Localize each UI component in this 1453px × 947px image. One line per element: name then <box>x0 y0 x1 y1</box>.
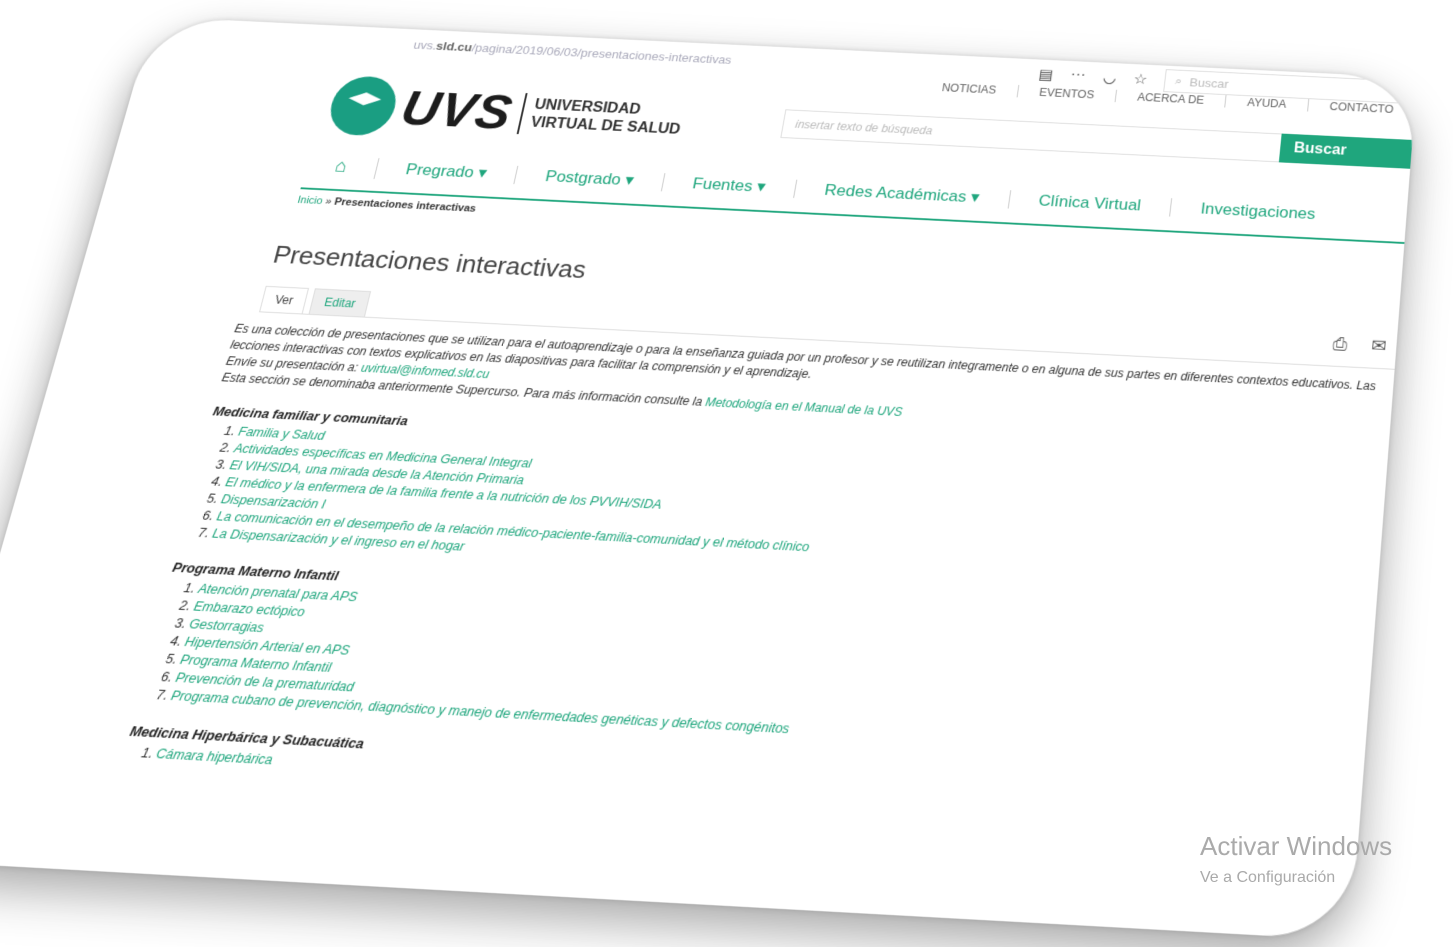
watermark-line1: Activar Windows <box>1200 831 1393 861</box>
nav-redes-label: Redes Académicas <box>823 181 968 206</box>
logo-fullname: UNIVERSIDAD VIRTUAL DE SALUD <box>529 96 685 139</box>
url-path: /pagina/2019/06/03/presentaciones-intera… <box>470 40 733 67</box>
page-tools: ⎙ ✉ <box>1332 334 1387 357</box>
stage: uvs.sld.cu/pagina/2019/06/03/presentacio… <box>0 0 1453 947</box>
url-prefix: uvs. <box>412 37 439 52</box>
breadcrumb-home[interactable]: Inicio <box>296 195 324 207</box>
windows-activation-watermark: Activar Windows Ve a Configuración <box>1200 830 1392 894</box>
pocket-icon[interactable]: ◡ <box>1102 69 1118 87</box>
presentation-link[interactable]: Gestorragias <box>188 617 266 636</box>
nav-investigaciones-label: Investigaciones <box>1199 199 1317 223</box>
more-icon[interactable]: ··· <box>1069 67 1087 85</box>
nav-redes[interactable]: Redes Académicas ▾ <box>793 179 1011 209</box>
logo-short: UVS <box>395 81 518 140</box>
site-search-input[interactable]: insertar texto de búsqueda <box>780 109 1283 163</box>
nav-fuentes-label: Fuentes <box>691 174 755 195</box>
url-field[interactable]: uvs.sld.cu/pagina/2019/06/03/presentacio… <box>412 38 1039 81</box>
nav-pregrado-label: Pregrado <box>404 160 476 182</box>
url-domain: sld.cu <box>434 38 474 54</box>
search-button-label: Buscar <box>1293 140 1348 159</box>
browser-page-card: uvs.sld.cu/pagina/2019/06/03/presentacio… <box>0 16 1418 941</box>
nav-investigaciones[interactable]: Investigaciones <box>1170 198 1345 225</box>
home-icon: ⌂ <box>333 155 350 177</box>
nav-home[interactable]: ⌂ <box>303 154 380 179</box>
star-icon[interactable]: ☆ <box>1132 70 1149 88</box>
logo-divider <box>516 93 528 135</box>
nav-pregrado[interactable]: Pregrado ▾ <box>374 159 519 185</box>
watermark-line2: Ve a Configuración <box>1200 869 1336 886</box>
nav-postgrado-label: Postgrado <box>543 167 623 189</box>
nav-clinica-label: Clínica Virtual <box>1037 191 1143 215</box>
nav-fuentes[interactable]: Fuentes ▾ <box>661 173 798 198</box>
main-content: Inicio » Presentaciones interactivas Pre… <box>122 193 1404 829</box>
tab-view[interactable]: Ver <box>259 285 310 314</box>
print-icon[interactable]: ⎙ <box>1332 334 1348 355</box>
site-search-placeholder: insertar texto de búsqueda <box>794 117 934 138</box>
search-icon: ⌕ <box>1174 74 1183 88</box>
breadcrumb-current: Presentaciones interactivas <box>333 196 478 215</box>
tab-edit[interactable]: Editar <box>308 288 372 317</box>
topnav-ayuda[interactable]: AYUDA <box>1224 95 1309 112</box>
reader-icon[interactable]: ▤ <box>1037 66 1055 84</box>
presentation-link[interactable]: Cámara hiperbárica <box>155 746 275 767</box>
nav-postgrado[interactable]: Postgrado ▾ <box>514 165 666 192</box>
graduation-cap-icon <box>324 75 402 137</box>
email-icon[interactable]: ✉ <box>1370 336 1388 357</box>
search-button[interactable]: Buscar › <box>1278 133 1418 171</box>
site-logo[interactable]: UVS UNIVERSIDAD VIRTUAL DE SALUD <box>324 75 687 151</box>
browser-icons: ▤ ··· ◡ ☆ <box>1037 66 1149 89</box>
browser-search-placeholder: Buscar <box>1188 75 1230 91</box>
nav-clinica[interactable]: Clínica Virtual <box>1008 190 1173 217</box>
